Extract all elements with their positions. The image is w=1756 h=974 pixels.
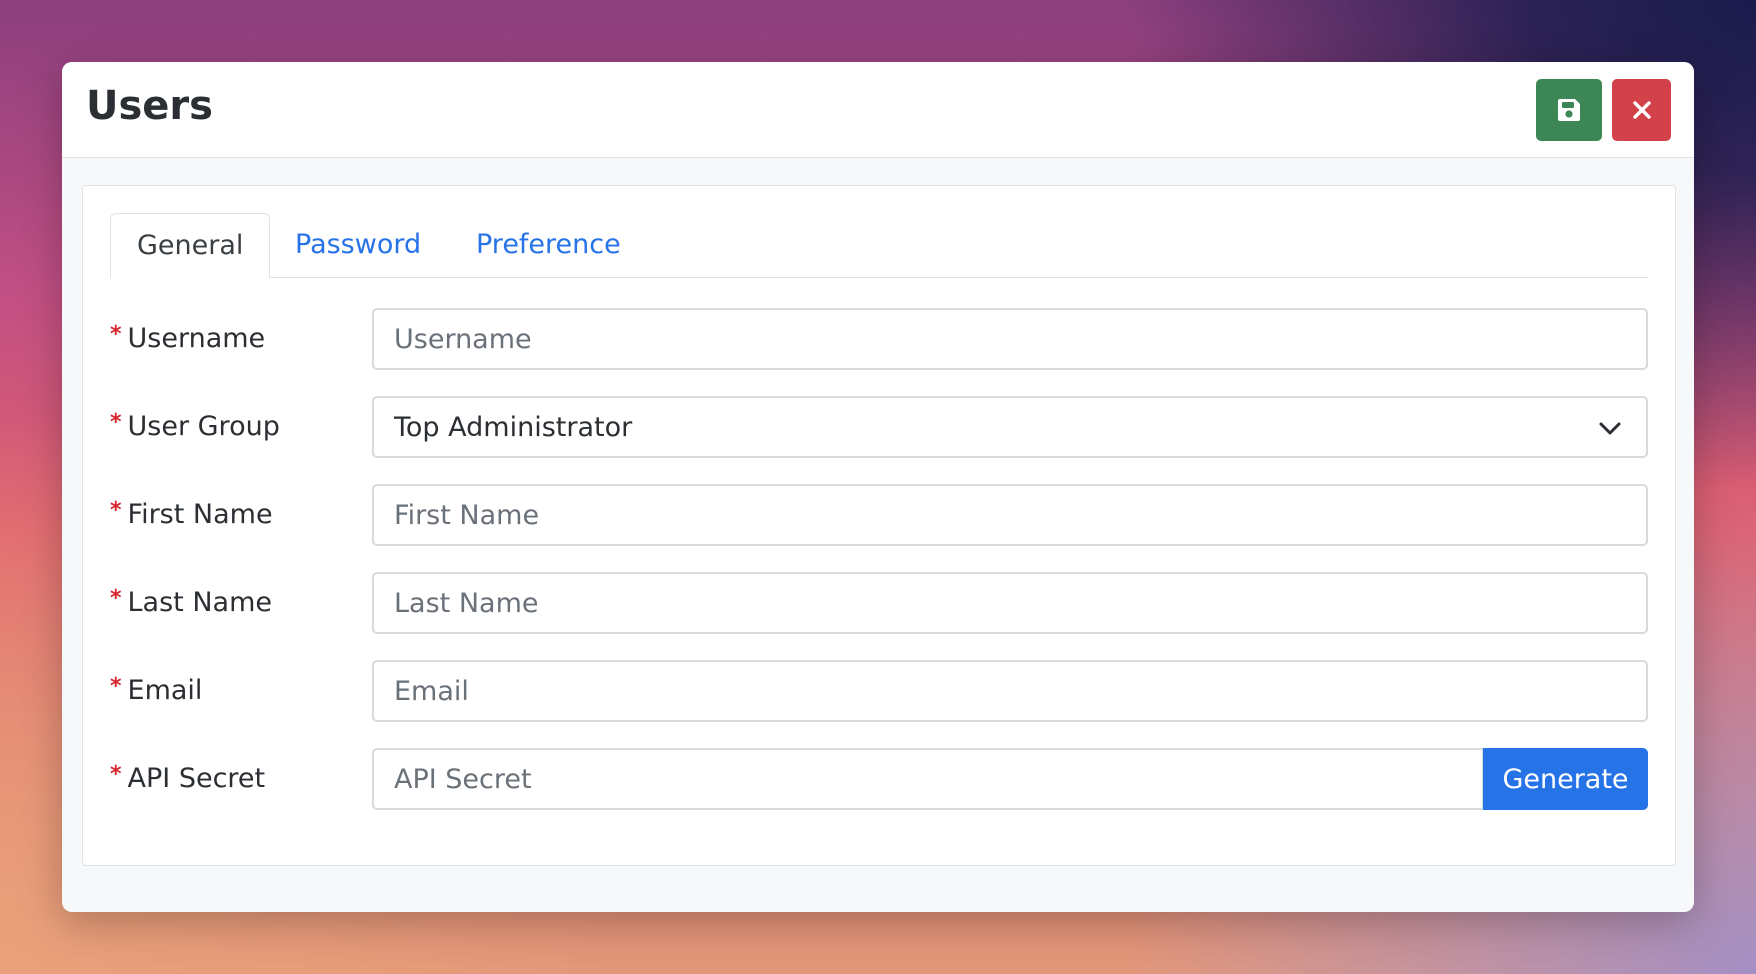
close-button[interactable]: [1612, 79, 1671, 141]
first-name-row: * First Name: [110, 484, 1648, 546]
first-name-input[interactable]: [372, 484, 1648, 546]
form-card: General Password Preference *Username *U…: [82, 185, 1676, 866]
required-marker: *: [110, 762, 122, 787]
required-marker: *: [110, 322, 122, 347]
username-label: * Username: [110, 322, 266, 354]
api-secret-row: *API Secret Generate: [110, 748, 1648, 810]
email-label: * Email: [110, 674, 203, 706]
last-name-input[interactable]: [372, 572, 1648, 634]
required-marker: *: [110, 410, 122, 435]
close-x-icon: [1632, 101, 1651, 119]
save-button[interactable]: [1536, 79, 1602, 141]
page-title: Users: [86, 83, 213, 129]
tab-password[interactable]: Password: [295, 213, 421, 277]
first-name-label: * First Name: [110, 498, 273, 530]
generate-button[interactable]: Generate: [1483, 748, 1648, 810]
required-marker: *: [110, 586, 122, 611]
user-group-value: Top Administrator: [394, 411, 633, 443]
tab-bar: General Password Preference: [110, 213, 1648, 278]
user-group-select[interactable]: Top Administrator: [372, 396, 1648, 458]
last-name-label: * Last Name: [110, 586, 272, 618]
chevron-down-icon: [1599, 422, 1621, 435]
tab-general[interactable]: General: [110, 213, 271, 278]
users-modal: Users General Password Preference * Usern…: [62, 62, 1694, 912]
required-marker: *: [110, 674, 122, 699]
modal-header: Users: [62, 62, 1694, 158]
username-row: * Username: [110, 308, 1648, 370]
api-secret-label: * API Secret: [110, 762, 266, 794]
email-input[interactable]: [372, 660, 1648, 722]
user-group-row: * User Group Top Administrator: [110, 396, 1648, 458]
required-marker: *: [110, 498, 122, 523]
last-name-row: * Last Name: [110, 572, 1648, 634]
api-secret-input[interactable]: [372, 748, 1484, 810]
user-group-label: * User Group: [110, 410, 280, 442]
email-row: * Email: [110, 660, 1648, 722]
tab-preference[interactable]: Preference: [476, 213, 621, 277]
floppy-disk-icon: [1558, 99, 1580, 121]
username-input[interactable]: [372, 308, 1648, 370]
